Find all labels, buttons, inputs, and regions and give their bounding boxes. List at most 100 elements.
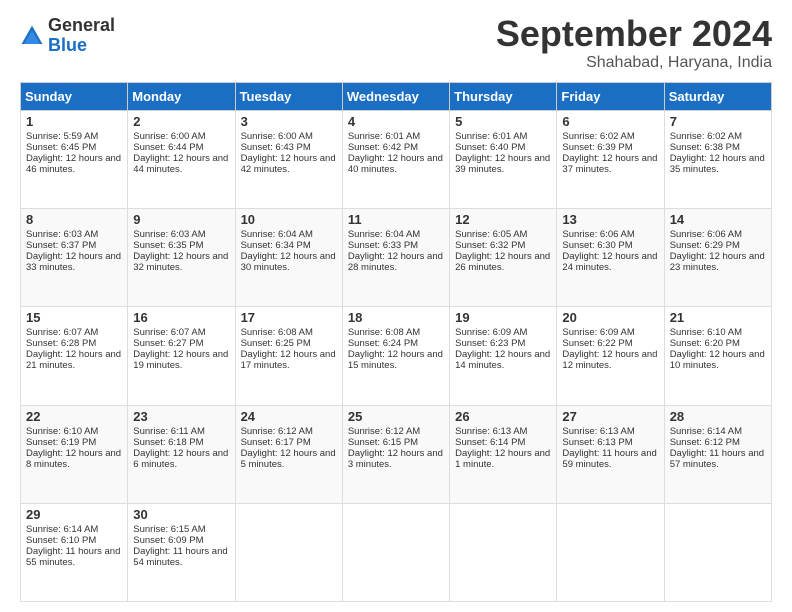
calendar-cell: 29 Sunrise: 6:14 AM Sunset: 6:10 PM Dayl… — [21, 503, 128, 601]
daylight-label: Daylight: 12 hours and 24 minutes. — [562, 251, 657, 273]
day-number: 18 — [348, 310, 444, 325]
sunrise-label: Sunrise: 6:12 AM — [348, 426, 420, 437]
sunset-label: Sunset: 6:10 PM — [26, 535, 96, 546]
day-number: 28 — [670, 409, 766, 424]
daylight-label: Daylight: 12 hours and 28 minutes. — [348, 251, 443, 273]
month-title: September 2024 — [496, 16, 772, 52]
calendar-week-2: 8 Sunrise: 6:03 AM Sunset: 6:37 PM Dayli… — [21, 209, 772, 307]
day-number: 7 — [670, 114, 766, 129]
sunset-label: Sunset: 6:33 PM — [348, 240, 418, 251]
day-number: 26 — [455, 409, 551, 424]
day-number: 5 — [455, 114, 551, 129]
sunset-label: Sunset: 6:35 PM — [133, 240, 203, 251]
sunset-label: Sunset: 6:25 PM — [241, 338, 311, 349]
calendar-cell: 4 Sunrise: 6:01 AM Sunset: 6:42 PM Dayli… — [342, 111, 449, 209]
day-number: 24 — [241, 409, 337, 424]
sunrise-label: Sunrise: 6:09 AM — [455, 327, 527, 338]
calendar-cell: 20 Sunrise: 6:09 AM Sunset: 6:22 PM Dayl… — [557, 307, 664, 405]
calendar-week-3: 15 Sunrise: 6:07 AM Sunset: 6:28 PM Dayl… — [21, 307, 772, 405]
daylight-label: Daylight: 12 hours and 39 minutes. — [455, 153, 550, 175]
calendar-cell: 14 Sunrise: 6:06 AM Sunset: 6:29 PM Dayl… — [664, 209, 771, 307]
sunset-label: Sunset: 6:37 PM — [26, 240, 96, 251]
calendar-cell: 13 Sunrise: 6:06 AM Sunset: 6:30 PM Dayl… — [557, 209, 664, 307]
sunrise-label: Sunrise: 6:08 AM — [348, 327, 420, 338]
page: General Blue September 2024 Shahabad, Ha… — [0, 0, 792, 612]
daylight-label: Daylight: 12 hours and 17 minutes. — [241, 349, 336, 371]
sunrise-label: Sunrise: 6:07 AM — [26, 327, 98, 338]
sunrise-label: Sunrise: 6:01 AM — [455, 131, 527, 142]
day-number: 14 — [670, 212, 766, 227]
daylight-label: Daylight: 12 hours and 5 minutes. — [241, 448, 336, 470]
sunset-label: Sunset: 6:29 PM — [670, 240, 740, 251]
calendar-week-1: 1 Sunrise: 5:59 AM Sunset: 6:45 PM Dayli… — [21, 111, 772, 209]
sunrise-label: Sunrise: 6:05 AM — [455, 229, 527, 240]
daylight-label: Daylight: 12 hours and 19 minutes. — [133, 349, 228, 371]
calendar-cell: 30 Sunrise: 6:15 AM Sunset: 6:09 PM Dayl… — [128, 503, 235, 601]
calendar-cell: 27 Sunrise: 6:13 AM Sunset: 6:13 PM Dayl… — [557, 405, 664, 503]
daylight-label: Daylight: 12 hours and 1 minute. — [455, 448, 550, 470]
calendar-cell: 12 Sunrise: 6:05 AM Sunset: 6:32 PM Dayl… — [450, 209, 557, 307]
day-number: 22 — [26, 409, 122, 424]
header-monday: Monday — [128, 83, 235, 111]
sunset-label: Sunset: 6:12 PM — [670, 437, 740, 448]
sunrise-label: Sunrise: 6:04 AM — [348, 229, 420, 240]
day-number: 25 — [348, 409, 444, 424]
sunset-label: Sunset: 6:44 PM — [133, 142, 203, 153]
sunrise-label: Sunrise: 6:00 AM — [133, 131, 205, 142]
sunrise-label: Sunrise: 6:01 AM — [348, 131, 420, 142]
day-number: 20 — [562, 310, 658, 325]
day-number: 4 — [348, 114, 444, 129]
day-number: 1 — [26, 114, 122, 129]
day-number: 13 — [562, 212, 658, 227]
header-tuesday: Tuesday — [235, 83, 342, 111]
sunrise-label: Sunrise: 6:07 AM — [133, 327, 205, 338]
calendar-cell: 16 Sunrise: 6:07 AM Sunset: 6:27 PM Dayl… — [128, 307, 235, 405]
sunset-label: Sunset: 6:28 PM — [26, 338, 96, 349]
calendar-cell: 21 Sunrise: 6:10 AM Sunset: 6:20 PM Dayl… — [664, 307, 771, 405]
calendar-cell: 8 Sunrise: 6:03 AM Sunset: 6:37 PM Dayli… — [21, 209, 128, 307]
sunset-label: Sunset: 6:22 PM — [562, 338, 632, 349]
daylight-label: Daylight: 12 hours and 26 minutes. — [455, 251, 550, 273]
daylight-label: Daylight: 12 hours and 37 minutes. — [562, 153, 657, 175]
logo: General Blue — [20, 16, 115, 56]
sunset-label: Sunset: 6:09 PM — [133, 535, 203, 546]
calendar-cell: 3 Sunrise: 6:00 AM Sunset: 6:43 PM Dayli… — [235, 111, 342, 209]
calendar-cell: 24 Sunrise: 6:12 AM Sunset: 6:17 PM Dayl… — [235, 405, 342, 503]
calendar-cell — [557, 503, 664, 601]
sunrise-label: Sunrise: 6:12 AM — [241, 426, 313, 437]
sunset-label: Sunset: 6:39 PM — [562, 142, 632, 153]
sunset-label: Sunset: 6:17 PM — [241, 437, 311, 448]
header-row: Sunday Monday Tuesday Wednesday Thursday… — [21, 83, 772, 111]
day-number: 10 — [241, 212, 337, 227]
sunrise-label: Sunrise: 6:00 AM — [241, 131, 313, 142]
calendar-table: Sunday Monday Tuesday Wednesday Thursday… — [20, 82, 772, 602]
sunset-label: Sunset: 6:42 PM — [348, 142, 418, 153]
day-number: 30 — [133, 507, 229, 522]
header-friday: Friday — [557, 83, 664, 111]
day-number: 19 — [455, 310, 551, 325]
title-area: September 2024 Shahabad, Haryana, India — [496, 16, 772, 72]
sunset-label: Sunset: 6:20 PM — [670, 338, 740, 349]
sunrise-label: Sunrise: 6:08 AM — [241, 327, 313, 338]
daylight-label: Daylight: 11 hours and 59 minutes. — [562, 448, 656, 470]
sunrise-label: Sunrise: 6:04 AM — [241, 229, 313, 240]
sunset-label: Sunset: 6:38 PM — [670, 142, 740, 153]
day-number: 8 — [26, 212, 122, 227]
day-number: 6 — [562, 114, 658, 129]
calendar-cell: 23 Sunrise: 6:11 AM Sunset: 6:18 PM Dayl… — [128, 405, 235, 503]
daylight-label: Daylight: 11 hours and 54 minutes. — [133, 546, 227, 568]
day-number: 23 — [133, 409, 229, 424]
sunset-label: Sunset: 6:13 PM — [562, 437, 632, 448]
sunset-label: Sunset: 6:32 PM — [455, 240, 525, 251]
sunrise-label: Sunrise: 6:06 AM — [562, 229, 634, 240]
calendar-cell: 22 Sunrise: 6:10 AM Sunset: 6:19 PM Dayl… — [21, 405, 128, 503]
calendar-cell — [342, 503, 449, 601]
sunrise-label: Sunrise: 6:02 AM — [562, 131, 634, 142]
daylight-label: Daylight: 11 hours and 55 minutes. — [26, 546, 120, 568]
calendar-cell: 10 Sunrise: 6:04 AM Sunset: 6:34 PM Dayl… — [235, 209, 342, 307]
sunrise-label: Sunrise: 6:15 AM — [133, 524, 205, 535]
logo-blue: Blue — [48, 35, 87, 55]
daylight-label: Daylight: 12 hours and 44 minutes. — [133, 153, 228, 175]
sunrise-label: Sunrise: 6:09 AM — [562, 327, 634, 338]
day-number: 17 — [241, 310, 337, 325]
